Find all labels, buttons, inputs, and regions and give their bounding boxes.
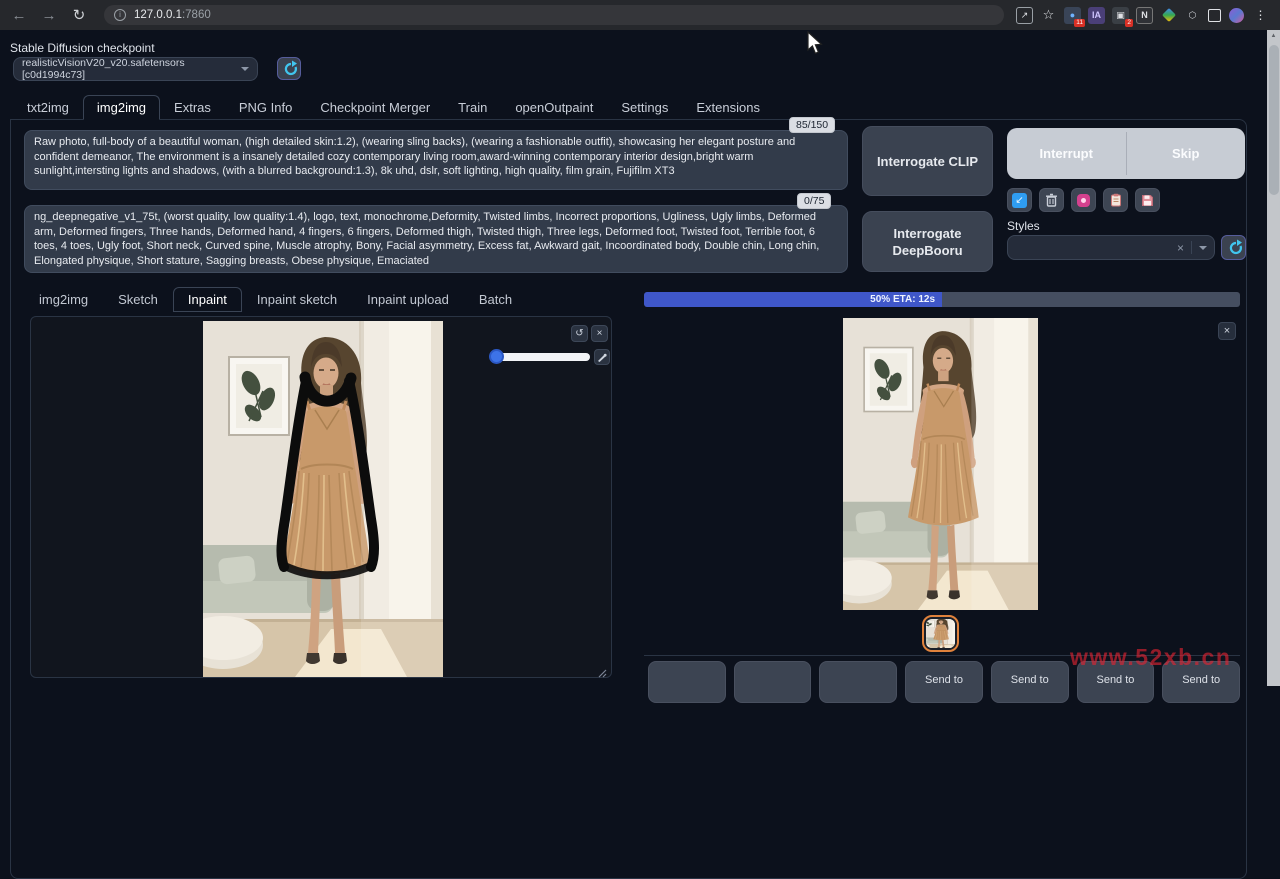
checkpoint-label: Stable Diffusion checkpoint [10, 41, 155, 55]
img2img-mode-tabs: img2img Sketch Inpaint Inpaint sketch In… [24, 287, 527, 312]
url-host: 127.0.0.1 [134, 9, 182, 21]
tab-txt2img[interactable]: txt2img [13, 95, 83, 120]
chevron-down-icon [1199, 246, 1207, 250]
forward-icon[interactable]: → [38, 4, 60, 26]
extension-1-badge: 11 [1074, 19, 1085, 27]
extension-n-icon[interactable]: N [1136, 7, 1153, 24]
extra-networks-button[interactable] [1071, 188, 1096, 212]
styles-dropdown[interactable]: × [1007, 235, 1215, 260]
checkpoint-dropdown[interactable]: realisticVisionV20_v20.safetensors [c0d1… [13, 57, 258, 81]
scrollbar-up-arrow[interactable]: ▲ [1267, 30, 1280, 43]
negative-prompt-input[interactable]: ng_deepnegative_v1_75t, (worst quality, … [24, 205, 848, 273]
prompt-input[interactable]: Raw photo, full-body of a beautiful woma… [24, 130, 848, 190]
back-icon[interactable]: ← [8, 4, 30, 26]
clear-prompt-button[interactable] [1039, 188, 1064, 212]
main-tab-bar: txt2img img2img Extras PNG Info Checkpoi… [13, 94, 774, 120]
mouse-cursor [806, 31, 826, 60]
refresh-icon [1225, 239, 1243, 257]
avatar[interactable] [1228, 7, 1245, 24]
tab-checkpoint-merger[interactable]: Checkpoint Merger [306, 95, 444, 120]
paste-params-button[interactable]: ↙ [1007, 188, 1032, 212]
interrupt-button[interactable]: Interrupt [1007, 128, 1126, 179]
reload-icon[interactable]: ↻ [68, 4, 90, 26]
send-to-button-2[interactable]: Send to [991, 661, 1069, 703]
prompt-token-counter: 85/150 [789, 117, 835, 133]
interrogate-deepbooru-button[interactable]: Interrogate DeepBooru [862, 211, 993, 272]
send-to-button-1[interactable]: Send to [905, 661, 983, 703]
paste-params-icon: ↙ [1012, 193, 1027, 208]
generation-progress-bar: 50% ETA: 12s [644, 292, 1240, 307]
browser-menu-icon[interactable]: ⋮ [1252, 7, 1269, 24]
inpaint-canvas-panel: ↺ × [30, 316, 612, 678]
output-button-1[interactable] [648, 661, 726, 703]
extensions-puzzle-icon[interactable]: ⬡ [1184, 7, 1201, 24]
negative-prompt-token-counter: 0/75 [797, 193, 831, 209]
prompt-tools-row: ↙ [1007, 188, 1160, 212]
interrupt-skip-group: Interrupt Skip [1007, 128, 1245, 179]
tab-settings[interactable]: Settings [607, 95, 682, 120]
tab-png-info[interactable]: PNG Info [225, 95, 306, 120]
output-button-3[interactable] [819, 661, 897, 703]
output-button-2[interactable] [734, 661, 812, 703]
save-style-icon [1141, 194, 1154, 207]
tab-batch[interactable]: Batch [464, 287, 527, 312]
brush-icon [597, 352, 607, 362]
extension-2-badge: 2 [1125, 19, 1133, 27]
browser-chrome: ← → ↻ i 127.0.0.1 :7860 ↗ ☆ ● 11 IA ▣ 2 … [0, 0, 1280, 30]
output-preview-image[interactable] [843, 318, 1038, 610]
url-bar[interactable]: i 127.0.0.1 :7860 [104, 5, 1004, 25]
brush-size-slider[interactable] [493, 353, 590, 361]
close-preview-button[interactable]: × [1218, 322, 1236, 340]
extension-diamond-icon[interactable] [1160, 7, 1177, 24]
clear-image-button[interactable]: × [591, 325, 608, 342]
extension-ia-icon[interactable]: IA [1088, 7, 1105, 24]
refresh-styles-button[interactable] [1221, 235, 1246, 260]
inpaint-source-image[interactable] [203, 321, 443, 677]
extension-1-icon[interactable]: ● 11 [1064, 7, 1081, 24]
apply-style-button[interactable] [1103, 188, 1128, 212]
tab-img2img[interactable]: img2img [83, 95, 160, 120]
progress-label: 50% ETA: 12s [870, 294, 935, 305]
clear-prompt-icon [1045, 193, 1058, 207]
scrollbar-thumb[interactable] [1269, 45, 1279, 195]
page-scrollbar[interactable]: ▲ [1267, 30, 1280, 686]
extension-2-icon[interactable]: ▣ 2 [1112, 7, 1129, 24]
tab-extras[interactable]: Extras [160, 95, 225, 120]
clear-styles-icon[interactable]: × [1177, 241, 1184, 255]
share-icon[interactable]: ↗ [1016, 7, 1033, 24]
panel-resize-handle[interactable] [598, 665, 607, 674]
progress-fill: 50% ETA: 12s [644, 292, 942, 307]
checkpoint-value: realisticVisionV20_v20.safetensors [c0d1… [22, 57, 241, 81]
interrogate-clip-button[interactable]: Interrogate CLIP [862, 126, 993, 196]
refresh-checkpoints-button[interactable] [277, 57, 301, 80]
site-info-icon[interactable]: i [114, 9, 126, 21]
skip-button[interactable]: Skip [1127, 128, 1246, 179]
refresh-icon [280, 60, 298, 78]
bookmark-star-icon[interactable]: ☆ [1040, 7, 1057, 24]
apply-style-icon [1110, 193, 1122, 207]
save-style-button[interactable] [1135, 188, 1160, 212]
tab-inpaint-sketch[interactable]: Inpaint sketch [242, 287, 352, 312]
tab-inpaint-upload[interactable]: Inpaint upload [352, 287, 464, 312]
brush-size-handle[interactable] [489, 349, 504, 364]
tab-train[interactable]: Train [444, 95, 501, 120]
tab-extensions[interactable]: Extensions [682, 95, 774, 120]
url-port: :7860 [182, 9, 211, 21]
chevron-down-icon [241, 67, 249, 71]
tab-openoutpaint[interactable]: openOutpaint [501, 95, 607, 120]
extra-networks-icon [1077, 194, 1090, 207]
undo-mask-button[interactable]: ↺ [571, 325, 588, 342]
brush-color-button[interactable] [594, 349, 610, 365]
gallery-thumbnail-selected[interactable] [922, 615, 959, 652]
styles-label: Styles [1007, 219, 1040, 233]
watermark-text: www.52xb.cn [1070, 644, 1231, 671]
tab-img2img-mode[interactable]: img2img [24, 287, 103, 312]
tab-inpaint[interactable]: Inpaint [173, 287, 242, 312]
tab-sketch[interactable]: Sketch [103, 287, 173, 312]
tab-window-icon[interactable] [1208, 9, 1221, 22]
